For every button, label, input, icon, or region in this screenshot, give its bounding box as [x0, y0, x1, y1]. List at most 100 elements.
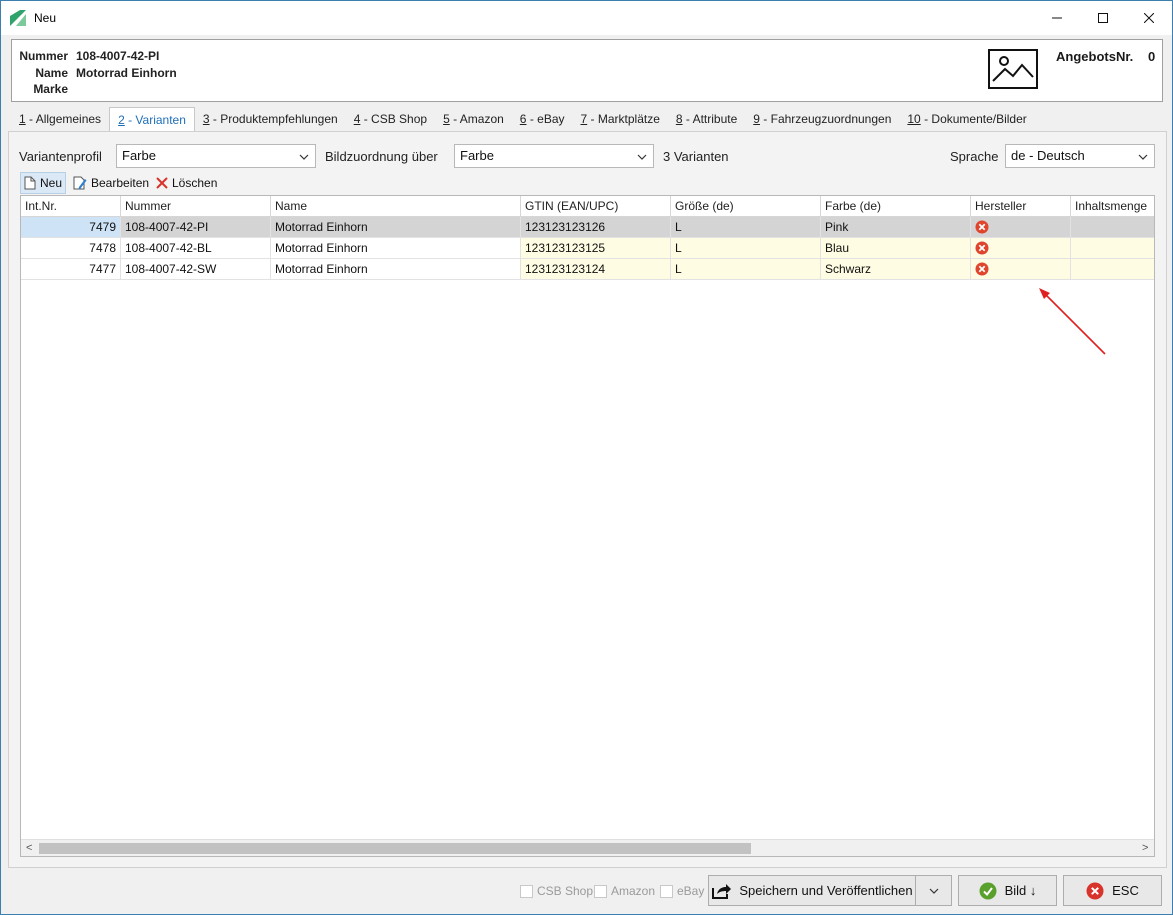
- variants-grid: Int.Nr. Nummer Name GTIN (EAN/UPC) Größe…: [20, 195, 1155, 857]
- cell-nummer[interactable]: 108-4007-42-BL: [121, 238, 271, 258]
- window-title: Neu: [34, 11, 57, 25]
- tab-key: 1: [19, 112, 26, 126]
- save-publish-button[interactable]: Speichern und Veröffentlichen: [708, 875, 916, 906]
- column-header-hersteller[interactable]: Hersteller: [971, 196, 1071, 217]
- column-header-groesse[interactable]: Größe (de): [671, 196, 821, 217]
- tab-label: - Amazon: [449, 112, 504, 126]
- table-row[interactable]: 7477 108-4007-42-SW Motorrad Einhorn 123…: [21, 259, 1154, 280]
- esc-button[interactable]: ESC: [1063, 875, 1162, 906]
- tab-label: - Allgemeines: [25, 112, 102, 126]
- new-variant-button[interactable]: Neu: [20, 172, 67, 194]
- esc-label: ESC: [1112, 883, 1139, 898]
- table-row[interactable]: 7478 108-4007-42-BL Motorrad Einhorn 123…: [21, 238, 1154, 259]
- close-button[interactable]: [1126, 1, 1172, 35]
- scrollbar-thumb[interactable]: [39, 843, 751, 854]
- checkbox-box: [520, 884, 533, 898]
- cell-farbe[interactable]: Blau: [821, 238, 971, 258]
- title-bar: Neu: [1, 1, 1172, 35]
- name-value: Motorrad Einhorn: [76, 66, 177, 80]
- tab-ebay[interactable]: 6 - eBay: [512, 107, 573, 131]
- nummer-label: Nummer: [19, 49, 68, 63]
- tab-produktempfehlungen[interactable]: 3 - Produktempfehlungen: [195, 107, 346, 131]
- angebotsnr-value: 0: [1148, 49, 1156, 64]
- scroll-left-icon[interactable]: <: [26, 842, 32, 854]
- bildzuordnung-select[interactable]: Farbe: [454, 144, 654, 168]
- variantenprofil-select[interactable]: Farbe: [116, 144, 316, 168]
- column-header-farbe[interactable]: Farbe (de): [821, 196, 971, 217]
- bild-label: Bild ↓: [1004, 883, 1037, 898]
- ebay-checkbox-label: eBay: [677, 884, 705, 898]
- tab-dokumente-bilder[interactable]: 10 - Dokumente/Bilder: [899, 107, 1034, 131]
- chevron-down-icon: [1138, 154, 1148, 160]
- tab-label: - Fahrzeugzuordnungen: [759, 112, 892, 126]
- amazon-checkbox[interactable]: Amazon: [594, 883, 655, 899]
- marke-label: Marke: [33, 82, 68, 96]
- cell-inhaltsmenge[interactable]: [1071, 259, 1154, 279]
- tab-label: - CSB Shop: [360, 112, 428, 126]
- save-publish-label: Speichern und Veröffentlichen: [739, 883, 913, 898]
- cell-nummer[interactable]: 108-4007-42-PI: [121, 217, 271, 237]
- cell-groesse[interactable]: L: [671, 238, 821, 258]
- cancel-x-icon: [1086, 882, 1104, 899]
- cell-farbe[interactable]: Schwarz: [821, 259, 971, 279]
- cell-hersteller[interactable]: [971, 217, 1071, 237]
- cell-gtin[interactable]: 123123123124: [521, 259, 671, 279]
- cell-groesse[interactable]: L: [671, 259, 821, 279]
- save-options-dropdown[interactable]: [915, 875, 952, 906]
- cell-intnr[interactable]: 7477: [21, 259, 121, 279]
- tab-marktplaetze[interactable]: 7 - Marktplätze: [573, 107, 668, 131]
- delete-variant-button[interactable]: Löschen: [156, 172, 217, 194]
- sprache-select[interactable]: de - Deutsch: [1005, 144, 1155, 168]
- column-header-gtin[interactable]: GTIN (EAN/UPC): [521, 196, 671, 217]
- cell-name[interactable]: Motorrad Einhorn: [271, 217, 521, 237]
- tab-key: 2: [118, 113, 125, 127]
- csb-shop-checkbox[interactable]: CSB Shop: [520, 883, 593, 899]
- scroll-right-icon[interactable]: >: [1142, 842, 1148, 854]
- cell-name[interactable]: Motorrad Einhorn: [271, 238, 521, 258]
- tab-allgemeines[interactable]: 1 - Allgemeines: [11, 107, 109, 131]
- tab-label: - Dokumente/Bilder: [920, 112, 1027, 126]
- cell-inhaltsmenge[interactable]: [1071, 217, 1154, 237]
- angebotsnr-label: AngebotsNr.: [1056, 49, 1134, 64]
- tab-amazon[interactable]: 5 - Amazon: [435, 107, 512, 131]
- ebay-checkbox[interactable]: eBay: [660, 883, 704, 899]
- cell-farbe[interactable]: Pink: [821, 217, 971, 237]
- chevron-down-icon: [299, 154, 309, 160]
- cell-groesse[interactable]: L: [671, 217, 821, 237]
- nummer-row: Nummer 108-4007-42-PI: [12, 49, 159, 65]
- bild-button[interactable]: Bild ↓: [958, 875, 1057, 906]
- cell-nummer[interactable]: 108-4007-42-SW: [121, 259, 271, 279]
- maximize-button[interactable]: [1080, 1, 1126, 35]
- tab-csb-shop[interactable]: 4 - CSB Shop: [346, 107, 435, 131]
- column-header-intnr[interactable]: Int.Nr.: [21, 196, 121, 217]
- cell-gtin[interactable]: 123123123126: [521, 217, 671, 237]
- nummer-value: 108-4007-42-PI: [76, 49, 160, 63]
- sprache-label: Sprache: [950, 149, 999, 164]
- edit-variant-button[interactable]: Bearbeiten: [73, 172, 149, 194]
- cell-hersteller[interactable]: [971, 259, 1071, 279]
- tab-key: 3: [202, 112, 210, 126]
- tab-varianten[interactable]: 2 - Varianten: [109, 107, 195, 131]
- bildzuordnung-value: Farbe: [460, 148, 494, 163]
- cell-intnr[interactable]: 7479: [21, 217, 121, 237]
- table-row[interactable]: 7479 108-4007-42-PI Motorrad Einhorn 123…: [21, 217, 1154, 238]
- cell-hersteller[interactable]: [971, 238, 1071, 258]
- tab-fahrzeugzuordnungen[interactable]: 9 - Fahrzeugzuordnungen: [745, 107, 899, 131]
- column-header-name[interactable]: Name: [271, 196, 521, 217]
- cell-name[interactable]: Motorrad Einhorn: [271, 259, 521, 279]
- article-image-placeholder[interactable]: [988, 49, 1038, 89]
- cell-intnr[interactable]: 7478: [21, 238, 121, 258]
- main-window: Neu Nummer 108-4007-42-PI Name Motorrad …: [0, 0, 1173, 915]
- tab-bar: 1 - Allgemeines 2 - Varianten 3 - Produk…: [11, 107, 1035, 131]
- horizontal-scrollbar[interactable]: < >: [21, 839, 1154, 856]
- column-header-inhaltsmenge[interactable]: Inhaltsmenge: [1071, 196, 1154, 217]
- cell-inhaltsmenge[interactable]: [1071, 238, 1154, 258]
- error-icon: [975, 241, 989, 255]
- cell-gtin[interactable]: 123123123125: [521, 238, 671, 258]
- column-header-nummer[interactable]: Nummer: [121, 196, 271, 217]
- delete-x-icon: [156, 177, 168, 189]
- minimize-button[interactable]: [1034, 1, 1080, 35]
- tab-attribute[interactable]: 8 - Attribute: [668, 107, 745, 131]
- tab-label: - Varianten: [124, 113, 186, 127]
- new-variant-label: Neu: [40, 176, 63, 190]
